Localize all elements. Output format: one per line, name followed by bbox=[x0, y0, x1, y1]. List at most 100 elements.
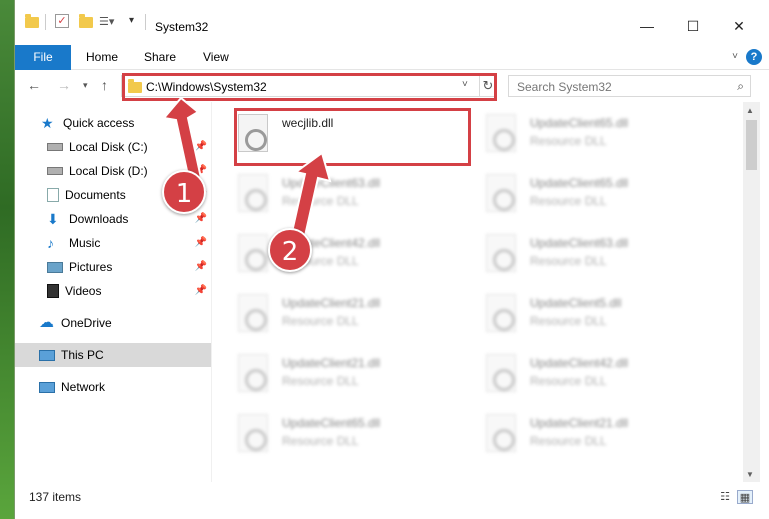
download-icon: ⬇ bbox=[47, 211, 59, 227]
file-item[interactable]: UpdateClient65.dll Resource DLL bbox=[460, 108, 700, 164]
sidebar-item-pictures[interactable]: Pictures 📌 bbox=[15, 255, 211, 279]
file-name: UpdateClient21.dll bbox=[282, 296, 381, 310]
properties-icon[interactable]: ✓ bbox=[55, 14, 69, 28]
file-type: Resource DLL bbox=[530, 194, 607, 208]
forward-arrow-icon[interactable]: → bbox=[57, 77, 71, 93]
file-type: Resource DLL bbox=[282, 374, 359, 388]
qa-divider bbox=[45, 14, 46, 30]
drive-icon bbox=[47, 143, 63, 151]
step-1-badge: 1 bbox=[162, 170, 206, 214]
explorer-window: ✓ ☰▾ ▾ System32 — ☐ ✕ File Home Share Vi… bbox=[14, 0, 769, 519]
title-bar: ✓ ☰▾ ▾ System32 — ☐ ✕ bbox=[15, 0, 769, 42]
sidebar-item-onedrive[interactable]: ☁ OneDrive bbox=[15, 311, 211, 335]
close-button[interactable]: ✕ bbox=[717, 12, 761, 40]
pin-icon[interactable]: 📌 bbox=[195, 261, 207, 272]
dll-file-icon bbox=[238, 354, 268, 392]
file-item[interactable]: UpdateClient5.dll Resource DLL bbox=[460, 288, 700, 344]
customize-toolbar-icon[interactable]: ☰▾ bbox=[99, 15, 114, 28]
file-type: Resource DLL bbox=[282, 314, 359, 328]
file-item[interactable]: UpdateClient21.dll Resource DLL bbox=[212, 348, 452, 404]
sidebar-item-label: Videos bbox=[65, 284, 102, 298]
ribbon-expand-icon[interactable]: ˅ bbox=[732, 51, 738, 62]
scroll-up-icon[interactable]: ▲ bbox=[746, 106, 754, 115]
file-item[interactable]: UpdateClient63.dll Resource DLL bbox=[212, 168, 452, 224]
sidebar-item-label: Documents bbox=[65, 188, 126, 202]
pin-icon[interactable]: 📌 bbox=[195, 141, 207, 152]
tab-home[interactable]: Home bbox=[86, 45, 118, 70]
file-name: UpdateClient21.dll bbox=[282, 356, 381, 370]
dll-file-icon bbox=[486, 354, 516, 392]
up-arrow-icon[interactable]: ↑ bbox=[101, 77, 108, 93]
dll-file-icon bbox=[238, 414, 268, 452]
file-name: UpdateClient65.dll bbox=[530, 176, 629, 190]
pin-icon[interactable]: 📌 bbox=[195, 285, 207, 296]
new-folder-icon[interactable] bbox=[79, 14, 93, 28]
minimize-button[interactable]: — bbox=[625, 12, 669, 40]
maximize-button[interactable]: ☐ bbox=[671, 12, 715, 40]
music-icon: ♪ bbox=[47, 235, 54, 251]
file-type: Resource DLL bbox=[530, 254, 607, 268]
search-box[interactable]: Search System32 ⌕ bbox=[508, 75, 751, 97]
file-item[interactable]: UpdateClient42.dll Resource DLL bbox=[212, 228, 452, 284]
recent-locations-icon[interactable]: ▾ bbox=[83, 80, 88, 91]
pictures-icon bbox=[47, 261, 63, 273]
tab-file[interactable]: File bbox=[15, 45, 71, 70]
file-type: Resource DLL bbox=[282, 194, 359, 208]
search-icon[interactable]: ⌕ bbox=[737, 79, 744, 94]
sidebar-item-label: Pictures bbox=[69, 260, 113, 274]
sidebar-item-label: OneDrive bbox=[61, 316, 112, 330]
folder-icon bbox=[25, 14, 39, 28]
sidebar-item-videos[interactable]: Videos 📌 bbox=[15, 279, 211, 303]
file-name: UpdateClient63.dll bbox=[282, 176, 381, 190]
dll-file-icon bbox=[486, 174, 516, 212]
file-item[interactable]: UpdateClient21.dll Resource DLL bbox=[460, 408, 700, 464]
file-name: UpdateClient65.dll bbox=[282, 416, 381, 430]
file-type: Resource DLL bbox=[530, 374, 607, 388]
documents-icon bbox=[47, 188, 59, 202]
sidebar-item-music[interactable]: ♪ Music 📌 bbox=[15, 231, 211, 255]
sidebar-item-network[interactable]: Network bbox=[15, 375, 211, 399]
status-bar: 137 items ☷ ▦ bbox=[15, 484, 769, 510]
file-name: UpdateClient65.dll bbox=[530, 116, 629, 130]
sidebar-item-local-disk-c[interactable]: Local Disk (C:) 📌 bbox=[15, 135, 211, 159]
vertical-scrollbar[interactable]: ▲ ▼ bbox=[743, 102, 760, 482]
details-view-icon[interactable]: ☷ bbox=[717, 490, 733, 504]
toolbar-dropdown-icon[interactable]: ▾ bbox=[129, 15, 134, 26]
ribbon-tabs: File Home Share View ˅ ? bbox=[15, 42, 769, 70]
file-item[interactable]: UpdateClient63.dll Resource DLL bbox=[460, 228, 700, 284]
dll-file-icon bbox=[238, 294, 268, 332]
dll-file-icon bbox=[486, 234, 516, 272]
step-2-badge: 2 bbox=[268, 228, 312, 272]
large-icons-view-icon[interactable]: ▦ bbox=[737, 490, 753, 504]
sidebar-item-label: Music bbox=[69, 236, 101, 250]
back-arrow-icon[interactable]: ← bbox=[27, 77, 41, 93]
file-name: UpdateClient5.dll bbox=[530, 296, 622, 310]
search-input[interactable]: Search System32 bbox=[517, 80, 612, 94]
dll-file-icon bbox=[486, 294, 516, 332]
file-type: Resource DLL bbox=[530, 134, 607, 148]
pin-icon[interactable]: 📌 bbox=[195, 237, 207, 248]
scroll-thumb[interactable] bbox=[746, 120, 757, 170]
network-icon bbox=[39, 381, 55, 393]
help-button[interactable]: ? bbox=[746, 49, 762, 65]
file-name: UpdateClient63.dll bbox=[530, 236, 629, 250]
dll-file-icon bbox=[238, 174, 268, 212]
dll-file-icon bbox=[238, 234, 268, 272]
scroll-down-icon[interactable]: ▼ bbox=[746, 470, 754, 479]
file-item[interactable]: UpdateClient21.dll Resource DLL bbox=[212, 288, 452, 344]
star-icon: ★ bbox=[41, 115, 54, 131]
sidebar-item-label: Network bbox=[61, 380, 106, 394]
sidebar-item-label: Local Disk (C:) bbox=[69, 140, 148, 154]
drive-icon bbox=[47, 167, 63, 175]
tab-view[interactable]: View bbox=[203, 45, 229, 70]
window-title: System32 bbox=[155, 20, 209, 34]
file-item[interactable]: UpdateClient42.dll Resource DLL bbox=[460, 348, 700, 404]
pin-icon[interactable]: 📌 bbox=[195, 213, 207, 224]
file-item[interactable]: UpdateClient65.dll Resource DLL bbox=[212, 408, 452, 464]
file-type: Resource DLL bbox=[282, 434, 359, 448]
file-item[interactable]: UpdateClient65.dll Resource DLL bbox=[460, 168, 700, 224]
tab-share[interactable]: Share bbox=[144, 45, 176, 70]
dll-file-icon bbox=[486, 414, 516, 452]
sidebar-item-quick-access[interactable]: ★ Quick access bbox=[15, 111, 211, 135]
sidebar-item-this-pc[interactable]: This PC bbox=[15, 343, 211, 367]
